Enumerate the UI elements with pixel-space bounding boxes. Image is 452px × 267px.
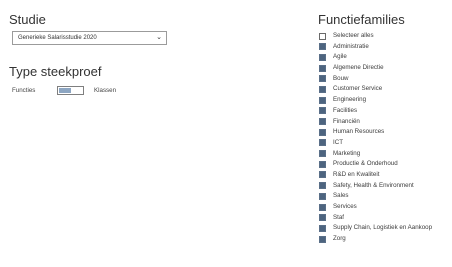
checkbox-checked-icon[interactable] bbox=[319, 192, 326, 200]
list-item-label: Administratie bbox=[333, 42, 369, 50]
list-item-label: Staf bbox=[333, 213, 345, 221]
checkbox-checked-icon[interactable] bbox=[319, 235, 326, 243]
list-item-label: Zorg bbox=[333, 235, 346, 243]
list-item-label: Financiën bbox=[333, 117, 360, 125]
study-select-value: Generieke Salarisstudie 2020 bbox=[18, 35, 97, 41]
checkbox-checked-icon[interactable] bbox=[319, 171, 326, 179]
list-item-label: Engineering bbox=[333, 96, 367, 104]
list-item-label: Facilities bbox=[333, 106, 358, 114]
checkbox-checked-icon[interactable] bbox=[319, 182, 326, 190]
list-item-label: Agile bbox=[333, 53, 347, 61]
list-item-label: Customer Service bbox=[333, 85, 383, 93]
list-item-label: Selecteer alles bbox=[333, 32, 374, 39]
list-item-label: Bouw bbox=[333, 74, 349, 82]
toggle-label-klassen: Klassen bbox=[94, 87, 117, 94]
list-item-label: Sales bbox=[333, 192, 349, 200]
toggle-label-functies: Functies bbox=[12, 87, 36, 94]
list-item-label: ICT bbox=[333, 138, 343, 146]
checkbox-checked-icon[interactable] bbox=[319, 107, 326, 115]
checkbox-checked-icon[interactable] bbox=[319, 85, 326, 93]
checkbox-empty-icon[interactable] bbox=[319, 32, 326, 40]
list-item-label: Marketing bbox=[333, 149, 361, 157]
checkbox-checked-icon[interactable] bbox=[319, 43, 326, 51]
checkbox-checked-icon[interactable] bbox=[319, 160, 326, 168]
chevron-down-icon: ⌄ bbox=[156, 34, 162, 41]
checkbox-checked-icon[interactable] bbox=[319, 128, 326, 136]
list-item-label: Productie & Onderhoud bbox=[333, 160, 398, 168]
checkbox-checked-icon[interactable] bbox=[319, 224, 326, 232]
checkbox-checked-icon[interactable] bbox=[319, 64, 326, 72]
checkbox-checked-icon[interactable] bbox=[319, 139, 326, 147]
toggle-knob bbox=[59, 88, 71, 93]
checkbox-checked-icon[interactable] bbox=[319, 53, 326, 61]
list-item-label: R&D en Kwaliteit bbox=[333, 170, 380, 178]
list-item-label: Human Resources bbox=[333, 128, 385, 136]
sample-type-toggle[interactable] bbox=[57, 86, 84, 95]
list-item-label: Algemene Directie bbox=[333, 64, 384, 72]
checkbox-checked-icon[interactable] bbox=[319, 214, 326, 222]
checkbox-checked-icon[interactable] bbox=[319, 96, 326, 104]
study-select[interactable]: Generieke Salarisstudie 2020 ⌄ bbox=[12, 31, 167, 45]
checkbox-checked-icon[interactable] bbox=[319, 203, 326, 211]
list-item-label: Services bbox=[333, 203, 357, 210]
checkbox-checked-icon[interactable] bbox=[319, 75, 326, 83]
checkbox-checked-icon[interactable] bbox=[319, 118, 326, 125]
list-item-label: Safety, Health & Environment bbox=[333, 181, 414, 189]
type-steekproef-heading: Type steekproef bbox=[9, 64, 102, 79]
functiefamilies-heading: Functiefamilies bbox=[318, 12, 405, 27]
studie-heading: Studie bbox=[9, 12, 46, 27]
checkbox-checked-icon[interactable] bbox=[319, 150, 326, 158]
list-item-label: Supply Chain, Logistiek en Aankoop bbox=[333, 224, 433, 232]
